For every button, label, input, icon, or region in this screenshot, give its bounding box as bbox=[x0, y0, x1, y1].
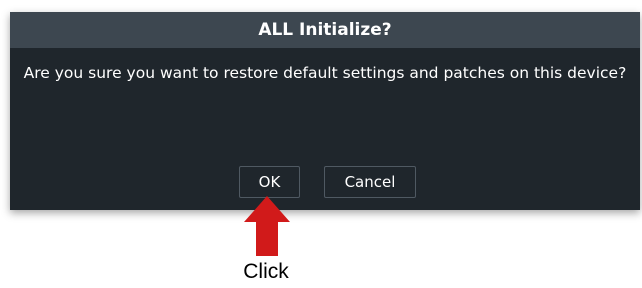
click-annotation-label: Click bbox=[243, 260, 289, 283]
up-arrow-icon bbox=[244, 196, 290, 256]
dialog-title: ALL Initialize? bbox=[258, 20, 392, 40]
dialog-titlebar: ALL Initialize? bbox=[10, 12, 640, 48]
cancel-button[interactable]: Cancel bbox=[324, 166, 416, 198]
dialog-message: Are you sure you want to restore default… bbox=[23, 64, 627, 82]
initialize-dialog: ALL Initialize? Are you sure you want to… bbox=[10, 12, 640, 210]
ok-button[interactable]: OK bbox=[239, 166, 300, 198]
